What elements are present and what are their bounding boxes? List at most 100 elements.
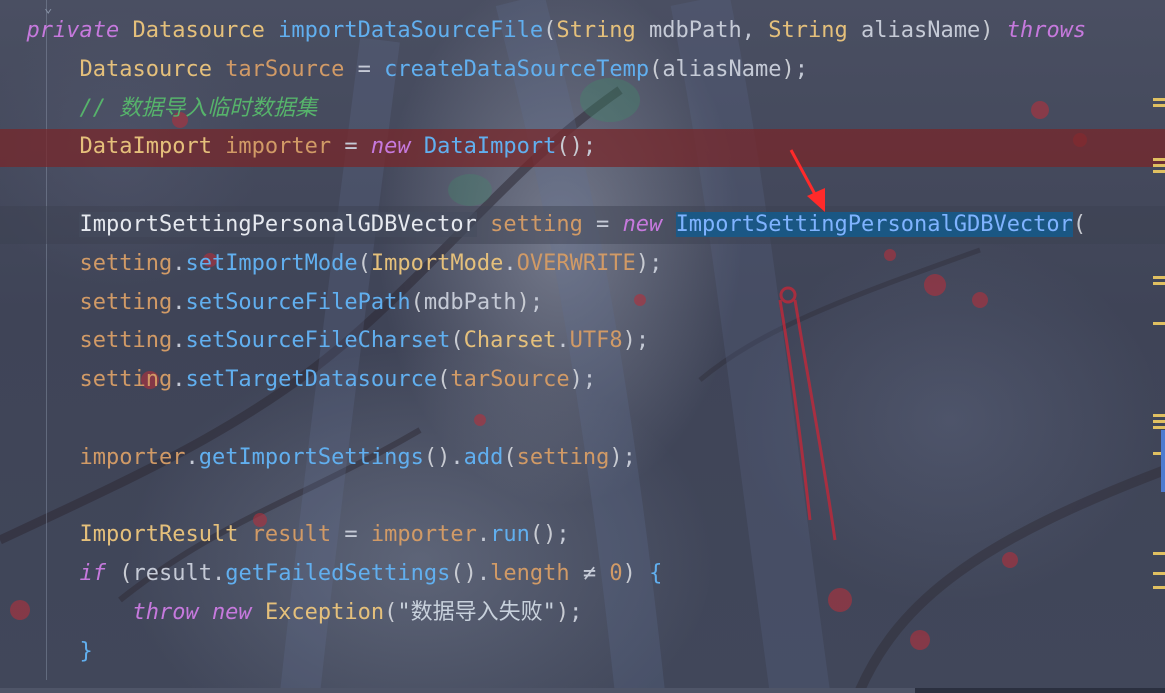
code-token: new [622,211,663,237]
code-token: ; [569,599,583,625]
scrollbar-marker[interactable] [1161,430,1165,492]
code-token: = [331,134,371,160]
code-line[interactable]: setting.setImportMode(ImportMode.OVERWRI… [0,245,1086,284]
code-token: Exception [264,599,385,625]
code-token: add [463,444,504,470]
code-line[interactable]: if (result.getFailedSettings().length ≠ … [0,555,1086,594]
gutter-warning-marker[interactable] [1153,104,1165,107]
code-token: . [556,328,570,354]
gutter-warning-marker[interactable] [1153,322,1165,325]
code-token: ) [609,444,623,470]
gutter-warning-marker[interactable] [1153,572,1165,575]
code-token: run [490,522,530,548]
code-token: setSourceFileCharset [185,328,451,354]
horizontal-scrollbar[interactable] [0,688,1165,693]
code-line[interactable]: importer.getImportSettings().add(setting… [0,439,1086,478]
code-token: ImportResult [79,522,239,548]
code-token: ImportSettingPersonalGDBVector [675,211,1073,237]
code-line[interactable]: setting.setSourceFilePath(mdbPath); [0,284,1086,323]
code-token: String [768,18,848,43]
code-token: DataImport [423,134,557,160]
code-token: OVERWRITE [516,250,636,276]
code-token: ( [1072,211,1087,237]
code-token: . [185,444,199,470]
code-token: ( [119,561,133,587]
code-token: aliasName [847,18,981,43]
code-line[interactable]: ImportSettingPersonalGDBVector setting =… [0,206,1086,245]
code-token: createDataSourceTemp [384,56,650,82]
code-token: ; [556,522,570,548]
code-token: ≠ [569,561,610,587]
gutter-warning-marker[interactable] [1153,282,1165,285]
code-token: importer [225,134,332,160]
code-line[interactable]: setting.setTargetDatasource(tarSource); [0,361,1086,400]
gutter-warning-marker[interactable] [1153,426,1165,429]
code-line[interactable] [0,167,1086,206]
code-line[interactable]: private Datasource importDataSourceFile(… [0,12,1087,51]
code-line[interactable] [0,478,1086,517]
code-token: . [450,444,464,470]
gutter-warning-marker[interactable] [1153,170,1165,173]
code-line[interactable]: Datasource tarSource = createDataSourceT… [0,51,1086,90]
gutter-warning-marker[interactable] [1153,420,1165,423]
code-token: () [423,444,451,470]
gutter-warning-marker[interactable] [1153,98,1165,101]
code-token: . [172,367,186,393]
code-token: = [331,522,371,548]
code-token: new [370,134,411,160]
code-token: setSourceFilePath [185,289,411,315]
code-line[interactable]: } [0,633,1086,672]
code-token: length [490,561,570,587]
gutter-warning-marker[interactable] [1153,586,1165,589]
code-token: importDataSourceFile [278,18,544,43]
code-token: { [649,561,663,587]
horizontal-scrollbar-thumb[interactable] [0,688,915,693]
code-token: private [26,18,120,43]
code-token: ) [516,289,530,315]
code-token: "数据导入失败" [397,599,556,625]
code-token: mdbPath, [635,18,769,43]
gutter-warning-marker[interactable] [1153,164,1165,167]
code-line[interactable]: throw new Exception("数据导入失败"); [0,594,1086,633]
code-token: // 数据导入临时数据集 [79,95,318,121]
code-token: if [79,561,106,587]
code-token: tarSource [225,56,345,82]
code-line[interactable]: ImportResult result = importer.run(); [0,516,1086,555]
gutter-warning-marker[interactable] [1153,414,1165,417]
annotation-arrow-icon [789,149,825,212]
code-token: . [476,561,491,587]
code-line[interactable]: // 数据导入临时数据集 [0,90,1086,129]
code-line[interactable]: DataImport importer = new DataImport(); [0,128,1086,167]
code-editor[interactable]: private Datasource importDataSourceFile(… [0,12,1087,672]
code-line[interactable] [0,400,1086,439]
code-token: throws [1006,18,1087,43]
gutter-warning-marker[interactable] [1153,276,1165,279]
code-token: ; [794,56,809,82]
code-token: UTF8 [569,328,623,354]
gutter-warning-marker[interactable] [1153,552,1165,555]
code-token: ImportSettingPersonalGDBVector [79,211,477,237]
code-token: ( [543,18,557,43]
gutter-warning-marker[interactable] [1153,158,1165,161]
code-token: = [582,211,623,237]
code-line[interactable]: setting.setSourceFileCharset(Charset.UTF… [0,322,1086,361]
code-token: aliasName [662,56,782,82]
code-token: () [556,134,583,160]
